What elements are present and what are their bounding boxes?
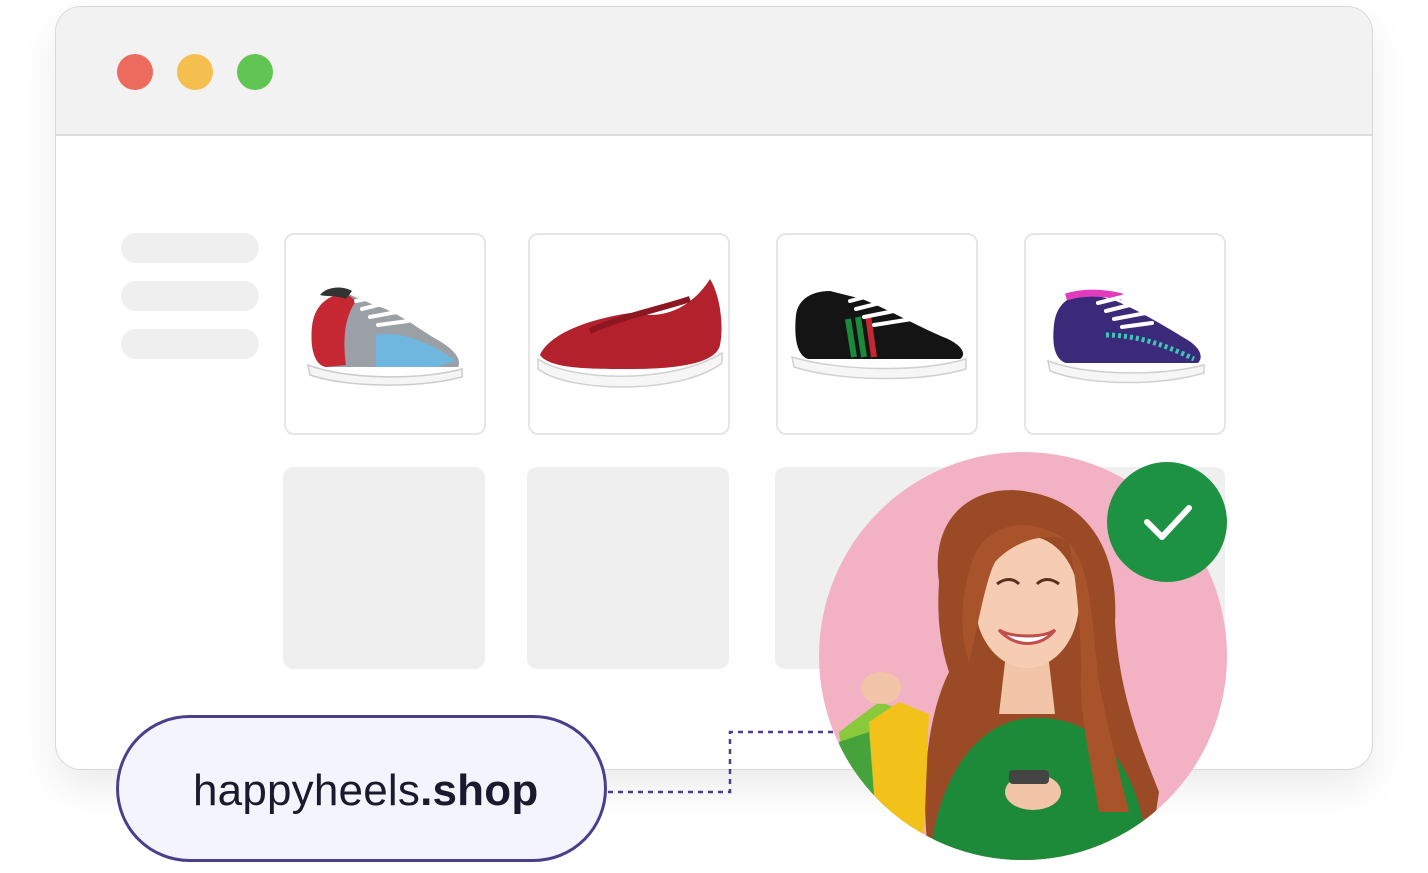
domain-label: happyheels [193, 766, 421, 815]
domain-name-text: happyheels.shop [193, 766, 538, 816]
verified-badge [1107, 462, 1227, 582]
domain-name-pill[interactable]: happyheels.shop [116, 715, 607, 862]
domain-extension: .shop [420, 766, 539, 815]
check-icon [1144, 505, 1192, 540]
